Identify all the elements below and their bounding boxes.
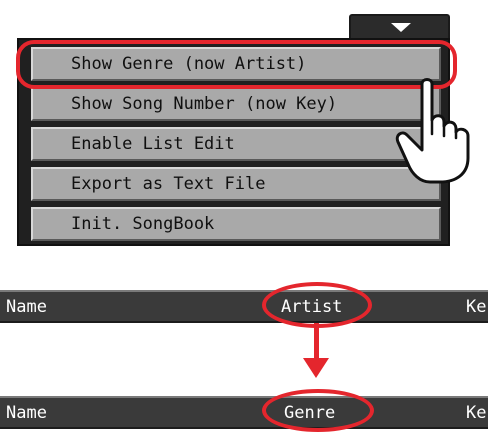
arrow-shaft	[314, 323, 319, 362]
menu-item-show-song-number[interactable]: Show Song Number (now Key)	[31, 87, 441, 121]
menu-item-export-as-text-file[interactable]: Export as Text File	[31, 167, 441, 201]
highlight-oval	[16, 40, 457, 89]
arrow-down-icon	[303, 358, 329, 378]
menu-item-enable-list-edit[interactable]: Enable List Edit	[31, 127, 441, 161]
column-header-key[interactable]: Ke	[466, 403, 486, 423]
genre-highlight-oval	[262, 389, 374, 432]
menu-toggle-button[interactable]	[349, 14, 450, 38]
menu-item-init-songbook[interactable]: Init. SongBook	[31, 207, 441, 241]
list-header-after: Name Genre Ke	[0, 396, 488, 429]
list-header-before: Name Artist Ke	[0, 290, 488, 323]
column-header-name[interactable]: Name	[6, 297, 47, 317]
column-header-name[interactable]: Name	[6, 403, 47, 423]
column-header-key[interactable]: Ke	[466, 297, 486, 317]
triangle-down-icon	[391, 23, 411, 32]
artist-highlight-oval	[262, 282, 372, 328]
pointing-hand-icon	[395, 78, 470, 184]
